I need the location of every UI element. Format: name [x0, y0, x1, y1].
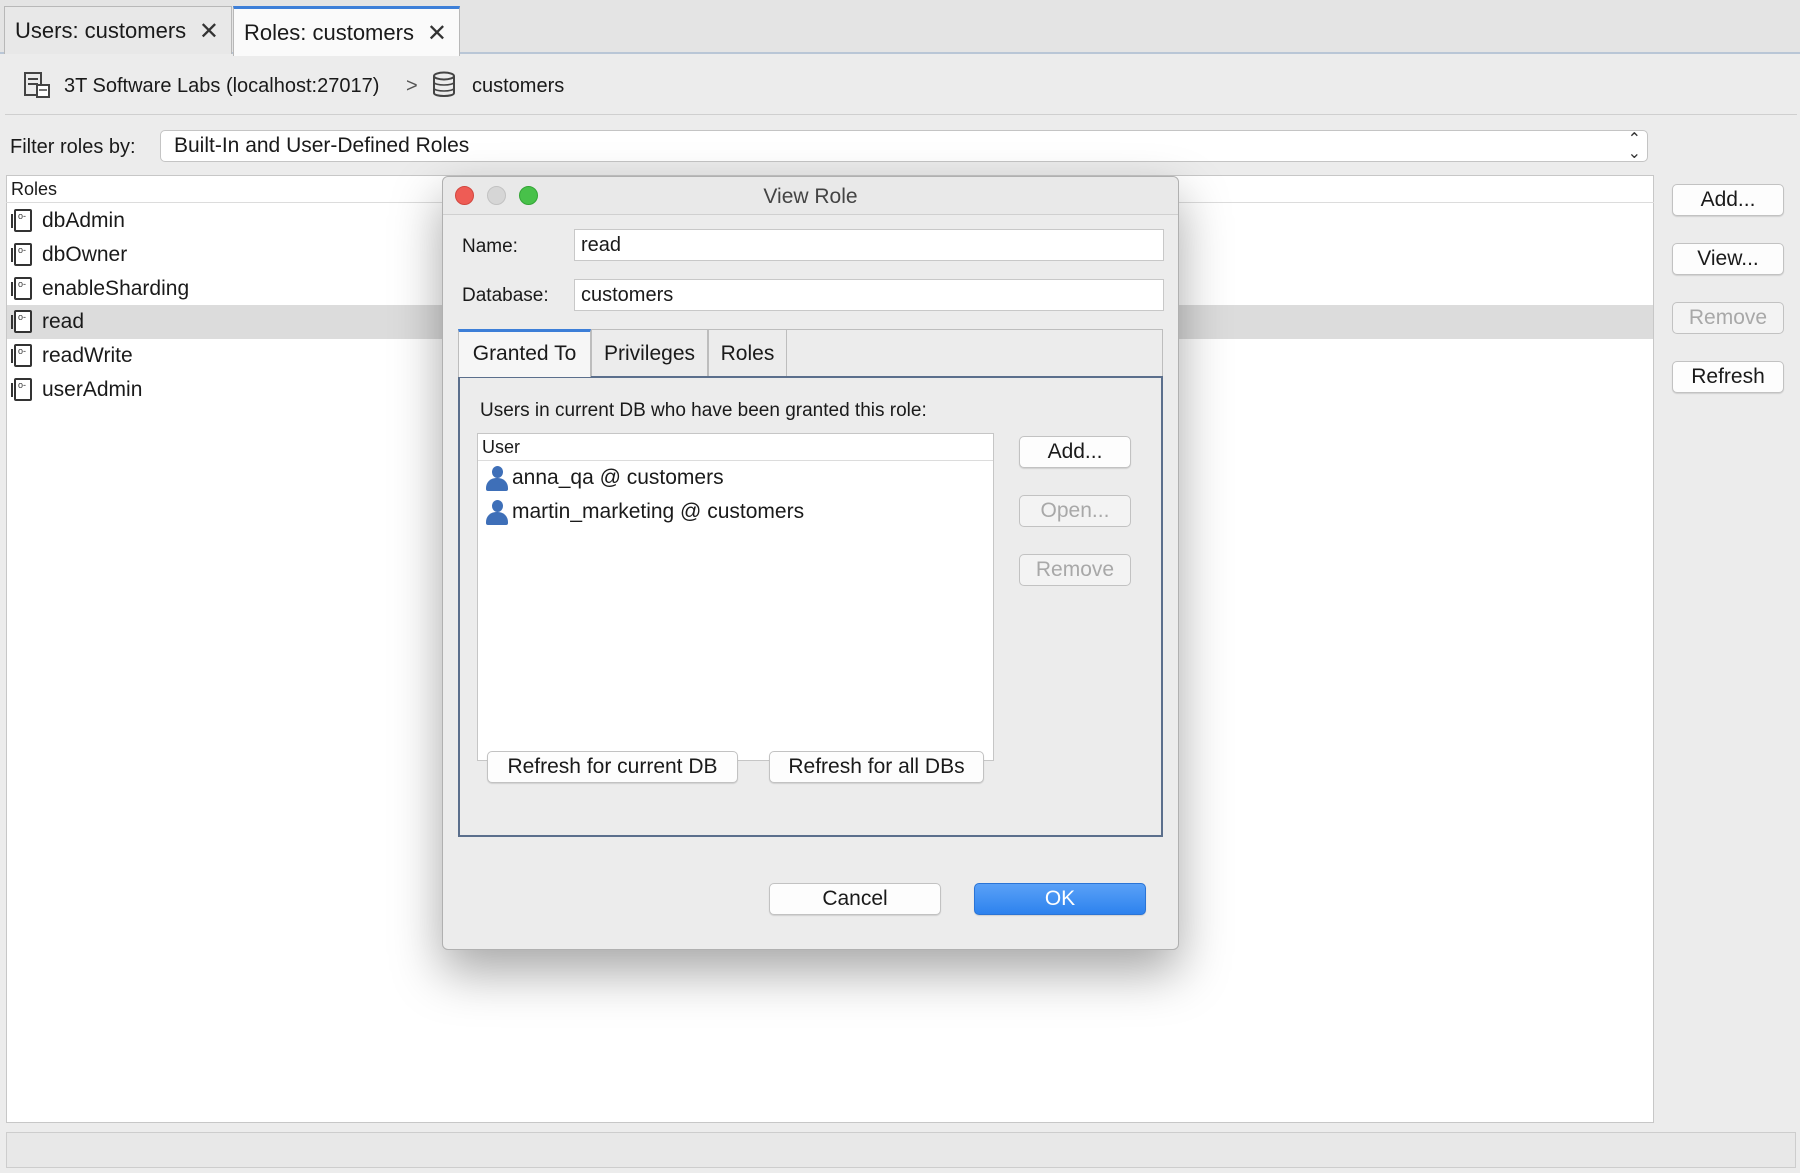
role-label: read [42, 310, 85, 333]
tab-granted-to[interactable]: Granted To [458, 329, 591, 377]
view-role-button[interactable]: View... [1672, 243, 1784, 275]
server-icon [24, 72, 50, 98]
granted-to-panel: Users in current DB who have been grante… [458, 376, 1163, 837]
breadcrumb: 3T Software Labs (localhost:27017) > cus… [5, 55, 1797, 115]
role-icon [11, 267, 32, 301]
name-label: Name: [462, 236, 518, 257]
user-label: anna_qa @ customers [512, 466, 724, 489]
database-field[interactable]: customers [574, 279, 1164, 311]
remove-user-button[interactable]: Remove [1019, 554, 1131, 586]
tab-label: Users: customers [15, 17, 187, 43]
filter-label: Filter roles by: [10, 136, 136, 158]
tab-privileges[interactable]: Privileges [591, 329, 708, 377]
user-icon [486, 500, 508, 526]
user-column-header: User [478, 434, 993, 461]
breadcrumb-database[interactable]: customers [472, 75, 564, 98]
user-label: martin_marketing @ customers [512, 500, 805, 523]
role-label: dbOwner [42, 243, 128, 266]
dialog-titlebar: View Role [443, 177, 1178, 215]
user-item-martin-marketing[interactable]: martin_marketing @ customers [478, 495, 993, 529]
remove-role-button[interactable]: Remove [1672, 302, 1784, 334]
ok-button[interactable]: OK [974, 883, 1146, 915]
role-icon [11, 199, 32, 233]
add-user-button[interactable]: Add... [1019, 436, 1131, 468]
tab-users-customers[interactable]: Users: customers ✕ [4, 6, 232, 54]
tab-strip-filler [787, 329, 1163, 377]
refresh-all-dbs-button[interactable]: Refresh for all DBs [769, 751, 984, 783]
view-role-dialog: View Role Name: read Database: customers… [442, 176, 1179, 950]
filter-roles-select[interactable]: Built-In and User-Defined Roles ⌃ ⌄ [160, 130, 1648, 162]
tab-label: Roles: customers [244, 19, 414, 45]
close-icon[interactable]: ✕ [427, 19, 447, 48]
tab-roles-customers[interactable]: Roles: customers ✕ [233, 6, 460, 56]
role-label: dbAdmin [42, 209, 125, 232]
role-label: readWrite [42, 344, 133, 367]
name-field[interactable]: read [574, 229, 1164, 261]
open-user-button[interactable]: Open... [1019, 495, 1131, 527]
chevron-right-icon: > [406, 75, 418, 97]
user-item-anna-qa[interactable]: anna_qa @ customers [478, 461, 993, 495]
role-icon [11, 300, 32, 334]
status-bar [6, 1132, 1796, 1168]
user-icon [486, 466, 508, 492]
granted-description: Users in current DB who have been grante… [480, 400, 927, 421]
dialog-title: View Role [763, 185, 858, 208]
role-label: userAdmin [42, 378, 143, 401]
select-arrows-icon: ⌃ ⌄ [1627, 131, 1641, 162]
database-label: Database: [462, 285, 549, 306]
add-role-button[interactable]: Add... [1672, 184, 1784, 216]
refresh-current-db-button[interactable]: Refresh for current DB [487, 751, 738, 783]
filter-selected-value: Built-In and User-Defined Roles [174, 134, 470, 157]
role-icon [11, 334, 32, 368]
database-icon [433, 71, 455, 97]
breadcrumb-server[interactable]: 3T Software Labs (localhost:27017) [64, 75, 379, 98]
close-icon[interactable]: ✕ [199, 17, 219, 46]
refresh-roles-button[interactable]: Refresh [1672, 361, 1784, 393]
role-label: enableSharding [42, 277, 190, 300]
tab-roles[interactable]: Roles [708, 329, 787, 377]
granted-users-list: User anna_qa @ customers martin_marketin… [477, 433, 994, 761]
cancel-button[interactable]: Cancel [769, 883, 941, 915]
role-icon [11, 233, 32, 267]
role-icon [11, 368, 32, 402]
